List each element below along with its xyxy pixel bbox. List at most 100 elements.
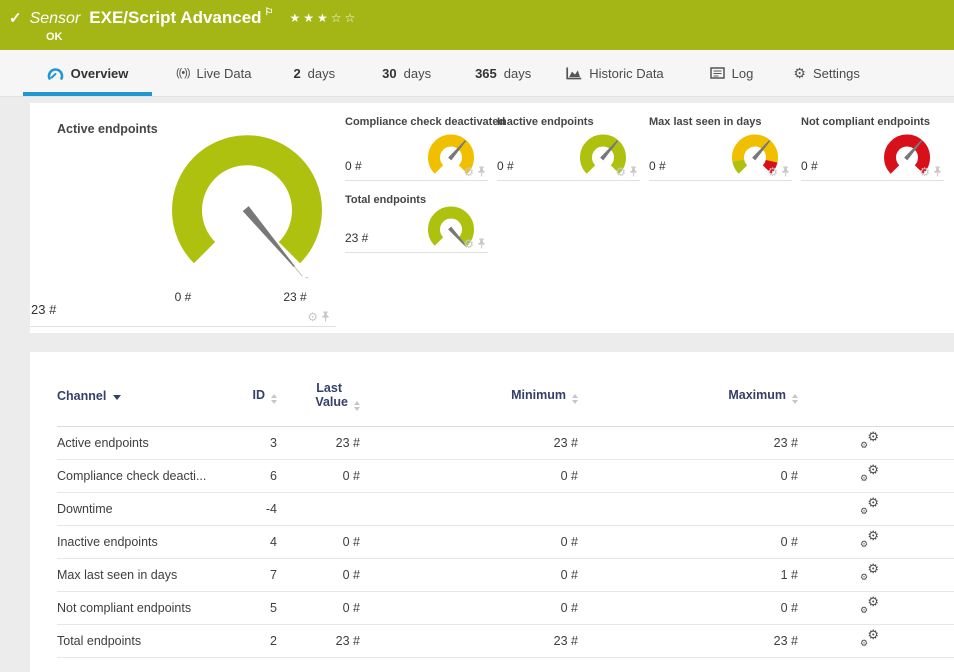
sort-icon xyxy=(271,394,277,404)
tab-overview[interactable]: Overview xyxy=(23,50,152,96)
last-value: 0 # xyxy=(277,558,360,591)
tab-log[interactable]: Log xyxy=(710,50,754,96)
historic-chart-icon xyxy=(566,67,582,80)
column-header-id[interactable]: ID xyxy=(217,352,277,426)
pin-icon[interactable] xyxy=(933,166,942,177)
gauge-title: Total endpoints xyxy=(345,194,426,206)
gear-icon[interactable]: ⚙ xyxy=(463,239,474,249)
minimum-value: 0 # xyxy=(360,459,578,492)
table-row: Compliance check deacti... 6 0 # 0 # 0 #… xyxy=(57,459,954,492)
gear-icon[interactable]: ⚙ xyxy=(307,312,318,322)
small-gauges-grid: Compliance check deactivated 0 # ⚙ Inact… xyxy=(336,103,954,333)
channel-name: Inactive endpoints xyxy=(57,525,217,558)
minimum-value: 0 # xyxy=(360,525,578,558)
channel-name: Max last seen in days xyxy=(57,558,217,591)
tab-historic-data[interactable]: Historic Data xyxy=(566,50,663,96)
channel-settings-icon[interactable]: ⚙⚙ xyxy=(860,631,879,647)
minimum-value xyxy=(360,492,578,525)
flag-icon[interactable]: ⚐ xyxy=(265,7,274,18)
pin-icon[interactable] xyxy=(321,311,330,322)
tab-label: Historic Data xyxy=(589,66,663,81)
tab-label: days xyxy=(404,66,431,81)
tab-label: Overview xyxy=(71,66,129,81)
tab-2-days[interactable]: 2 days xyxy=(293,50,335,96)
pin-icon[interactable] xyxy=(477,238,486,249)
channel-id: 4 xyxy=(217,525,277,558)
channel-settings-icon[interactable]: ⚙⚙ xyxy=(860,598,879,614)
gauge-tile-inactive-endpoints: Inactive endpoints 0 # ⚙ xyxy=(497,103,640,181)
gauge-tile-total-endpoints: Total endpoints 23 # ⚙ xyxy=(345,181,488,253)
tab-30-days[interactable]: 30 days xyxy=(382,50,431,96)
gauge-tile-compliance-check-deactivated: Compliance check deactivated 0 # ⚙ xyxy=(345,103,488,181)
gear-icon[interactable]: ⚙ xyxy=(615,167,626,177)
gauge-tile-max-last-seen: Max last seen in days 0 # ⚙ xyxy=(649,103,792,181)
pin-icon[interactable] xyxy=(629,166,638,177)
tab-live-data[interactable]: ((•)) Live Data xyxy=(176,50,251,96)
gauge-scale-min: 0 # xyxy=(153,290,213,304)
priority-stars[interactable]: ★★★☆☆ xyxy=(290,11,359,25)
last-value xyxy=(277,492,360,525)
column-header-maximum[interactable]: Maximum xyxy=(578,352,798,426)
last-value: 0 # xyxy=(277,459,360,492)
channel-settings-icon[interactable]: ⚙⚙ xyxy=(860,466,879,482)
minimum-value: 0 # xyxy=(360,558,578,591)
tab-label: days xyxy=(308,66,335,81)
active-endpoints-gauge: x̄ xyxy=(152,119,342,279)
tab-label: days xyxy=(504,66,531,81)
gauge-current-value: 0 # xyxy=(801,159,818,173)
column-header-channel[interactable]: Channel xyxy=(57,352,217,426)
channel-settings-icon[interactable]: ⚙⚙ xyxy=(860,565,879,581)
channel-settings-icon[interactable]: ⚙⚙ xyxy=(860,532,879,548)
table-row: Total endpoints 2 23 # 23 # 23 # ⚙⚙ xyxy=(57,624,954,657)
gauge-current-value: 0 # xyxy=(649,159,666,173)
pin-icon[interactable] xyxy=(477,166,486,177)
channel-id: 6 xyxy=(217,459,277,492)
sort-icon xyxy=(354,401,360,411)
gauge-current-value: 23 # xyxy=(345,231,368,245)
maximum-value: 0 # xyxy=(578,525,798,558)
tab-365-days[interactable]: 365 days xyxy=(475,50,531,96)
column-header-last-value[interactable]: Last Value xyxy=(277,352,360,426)
gauge-tile-active-endpoints: Active endpoints x̄ 0 # 23 # 23 # ⚙ xyxy=(30,103,336,327)
gear-icon[interactable]: ⚙ xyxy=(919,167,930,177)
last-value: 23 # xyxy=(277,624,360,657)
sensor-title: EXE/Script Advanced⚐ xyxy=(89,7,273,28)
maximum-value: 0 # xyxy=(578,459,798,492)
live-data-icon: ((•)) xyxy=(176,67,190,79)
maximum-value: 0 # xyxy=(578,591,798,624)
channel-settings-icon[interactable]: ⚙⚙ xyxy=(860,499,879,515)
channel-id: 2 xyxy=(217,624,277,657)
gauge-title: Inactive endpoints xyxy=(497,116,594,128)
gauge-icon xyxy=(47,66,64,81)
minimum-value: 23 # xyxy=(360,624,578,657)
pin-icon[interactable] xyxy=(781,166,790,177)
table-row: Not compliant endpoints 5 0 # 0 # 0 # ⚙⚙ xyxy=(57,591,954,624)
minimum-value: 0 # xyxy=(360,591,578,624)
gauge-title: Max last seen in days xyxy=(649,116,762,128)
table-row: Active endpoints 3 23 # 23 # 23 # ⚙⚙ xyxy=(57,426,954,459)
maximum-value: 23 # xyxy=(578,426,798,459)
tab-bar: Overview ((•)) Live Data 2 days 30 days … xyxy=(0,50,954,97)
gear-icon: ⚙ xyxy=(793,65,806,82)
column-header-minimum[interactable]: Minimum xyxy=(360,352,578,426)
channel-settings-icon[interactable]: ⚙⚙ xyxy=(860,433,879,449)
tab-label: Log xyxy=(732,66,754,81)
channel-name: Total endpoints xyxy=(57,624,217,657)
channels-panel: Channel ID Last Value Minimum Maximum Ac… xyxy=(30,352,954,672)
svg-text:x̄: x̄ xyxy=(304,276,309,279)
maximum-value: 23 # xyxy=(578,624,798,657)
log-list-icon xyxy=(710,67,725,79)
tab-settings[interactable]: ⚙ Settings xyxy=(793,50,860,96)
maximum-value: 1 # xyxy=(578,558,798,591)
channels-table: Channel ID Last Value Minimum Maximum Ac… xyxy=(57,352,954,658)
object-kind-label: Sensor xyxy=(30,10,81,28)
last-value: 23 # xyxy=(277,426,360,459)
channel-name: Active endpoints xyxy=(57,426,217,459)
gauge-current-value: 0 # xyxy=(345,159,362,173)
gauge-title: Active endpoints xyxy=(57,122,158,136)
status-badge: OK xyxy=(46,31,954,43)
gear-icon[interactable]: ⚙ xyxy=(463,167,474,177)
table-row: Max last seen in days 7 0 # 0 # 1 # ⚙⚙ xyxy=(57,558,954,591)
gear-icon[interactable]: ⚙ xyxy=(767,167,778,177)
sort-icon xyxy=(572,394,578,404)
